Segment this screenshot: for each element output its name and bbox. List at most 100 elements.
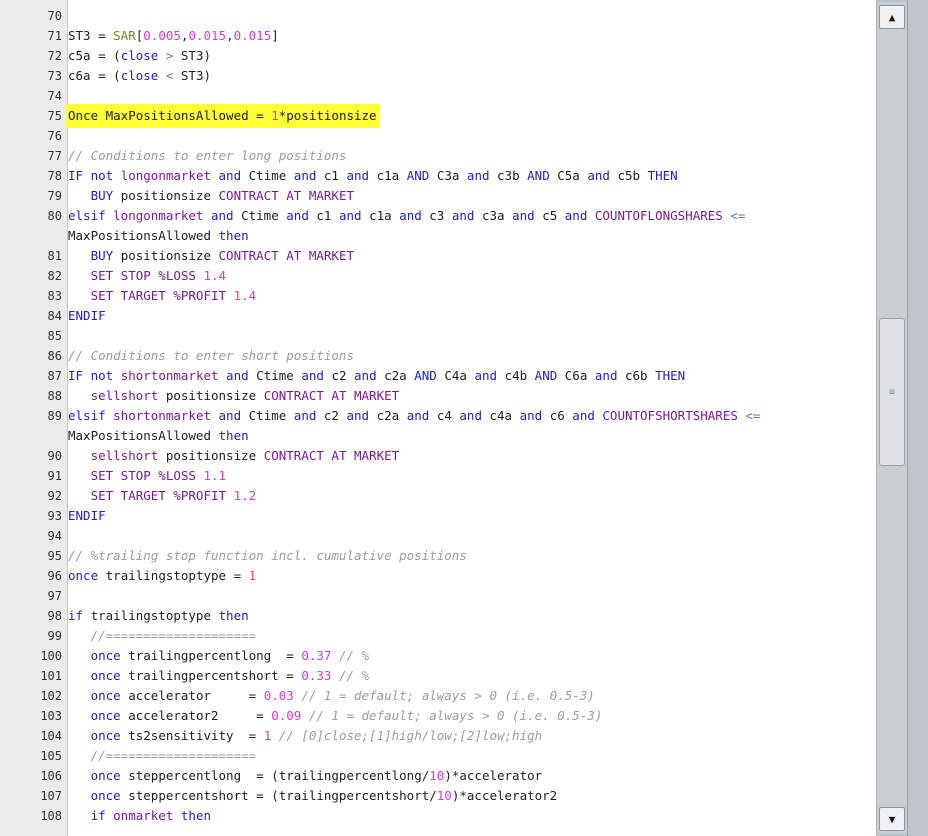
outer-panel-edge [907,0,928,836]
code-token: 0.33 [301,668,332,683]
code-text: // Conditions to enter short positions [68,346,354,366]
code-token: c4b [504,368,535,383]
code-token: AND [534,368,565,383]
code-line: 75 Once MaxPositionsAllowed = 1*positions… [0,106,876,126]
code-line: 80 elsif longonmarket and Ctime and c1 an… [0,206,876,226]
code-text: c5a = (close > ST3) [68,46,211,66]
line-number: 105 [40,749,62,763]
code-token: Ctime [241,208,287,223]
code-token: and [338,208,370,223]
code-token: SET STOP %LOSS [90,468,204,483]
code-token: 1 [271,108,279,123]
code-token: elsif [68,408,114,423]
line-number: 102 [40,689,62,703]
line-number: 94 [47,529,62,543]
line-number: 88 [47,389,62,403]
code-line: 77 // Conditions to enter long positions [0,146,876,166]
code-text: if onmarket then [68,806,211,826]
code-line: 71 ST3 = SAR[0.005,0.015,0.015] [0,26,876,46]
line-number: 79 [47,189,62,203]
code-token: once [68,568,106,583]
code-token: once [90,788,129,803]
code-token: and [594,368,625,383]
line-number: 75 [47,109,62,123]
code-token: Ctime [248,168,294,183]
line-number: 78 [47,169,62,183]
code-token: AND [414,368,445,383]
code-token: and [399,208,430,223]
scroll-up-button[interactable]: ▲ [879,5,905,29]
code-token: C4a [444,368,475,383]
code-token: ENDIF [68,308,106,323]
code-token: shortonmarket [113,408,211,423]
code-text: SET STOP %LOSS 1.4 [68,266,226,286]
highlighted-code-text: Once MaxPositionsAllowed = 1*positionsiz… [68,106,377,126]
code-token: c1 [323,168,347,183]
code-token: 1.4 [203,268,227,283]
code-text: if trailingstoptype then [68,606,249,626]
code-line: 79 BUY positionsize CONTRACT AT MARKET [0,186,876,206]
code-token: longonmarket [120,168,211,183]
code-line: 91 SET STOP %LOSS 1.1 [0,466,876,486]
code-token: once [90,648,129,663]
line-number: 80 [47,209,62,223]
code-token: steppercentshort = (trailingpercentshort… [128,788,437,803]
code-token: C5a [557,168,588,183]
code-line: 76 [0,126,876,146]
code-token: C3a [436,168,467,183]
code-line: 99 //==================== [0,626,876,646]
code-token: then [180,808,211,823]
code-token: 0.09 [271,708,302,723]
line-number: 85 [47,329,62,343]
code-text: ST3 = SAR[0.005,0.015,0.015] [68,26,279,46]
code-token: and [293,408,324,423]
code-token: *positionsize [278,108,377,123]
code-token: accelerator2 = [128,708,272,723]
line-number: 72 [47,49,62,63]
code-token: and [203,208,242,223]
code-text: //==================== [68,626,257,646]
line-number: 108 [40,809,62,823]
code-editor[interactable]: 70 71 ST3 = SAR[0.005,0.015,0.015] 72 c5a = … [0,0,876,836]
code-token: 10 [436,788,452,803]
code-token: trailingpercentlong = [128,648,302,663]
code-line: 90 sellshort positionsize CONTRACT AT MA… [0,446,876,466]
code-token: and [587,168,618,183]
code-token: and [572,408,603,423]
code-token: sellshort [90,448,166,463]
code-token: once [90,708,129,723]
code-token: c5a = ( [68,48,121,63]
code-token: CONTRACT AT MARKET [218,248,354,263]
code-token: and [519,408,550,423]
scrollbar-thumb[interactable]: ≡ [879,318,905,466]
code-token: CONTRACT AT MARKET [263,448,400,463]
code-token: c1a [369,208,400,223]
code-line: 85 [0,326,876,346]
code-token: 0.03 [263,688,294,703]
arrow-up-icon: ▲ [888,10,896,24]
line-number: 84 [47,309,62,323]
code-token: THEN [647,168,678,183]
code-token: sellshort [90,388,166,403]
code-line: 106 once steppercentlong = (trailingperc… [0,766,876,786]
code-token: c6a = ( [68,68,121,83]
code-text: SET TARGET %PROFIT 1.2 [68,486,257,506]
code-token: CONTRACT AT MARKET [218,188,354,203]
code-token: 0.015 [233,28,272,43]
code-line: 105 //==================== [0,746,876,766]
code-token: // [0]close;[1]high/low;[2]low;high [271,728,543,743]
code-token: ts2sensitivity = [128,728,264,743]
line-number: 73 [47,69,62,83]
code-line: 84 ENDIF [0,306,876,326]
line-number: 87 [47,369,62,383]
code-line: 107 once steppercentshort = (trailingper… [0,786,876,806]
scroll-down-button[interactable]: ▼ [879,807,905,831]
code-text: BUY positionsize CONTRACT AT MARKET [68,186,354,206]
vertical-scrollbar[interactable]: ▲ ≡ ▼ [876,2,907,834]
code-token: and [466,168,498,183]
